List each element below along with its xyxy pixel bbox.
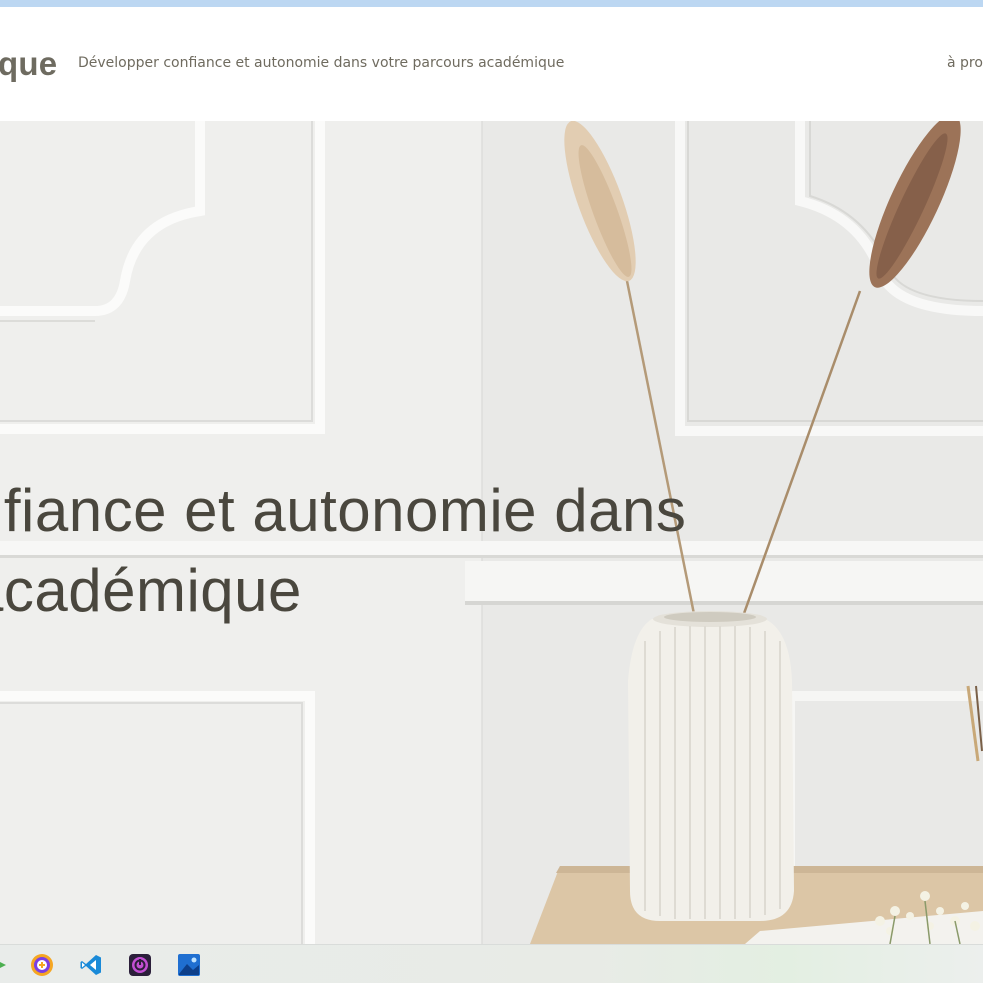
browser-top-strip xyxy=(0,0,983,7)
taskbar xyxy=(0,944,983,983)
power-app-icon[interactable] xyxy=(128,953,152,977)
nav-link-about[interactable]: à pro xyxy=(947,55,983,71)
site-tagline: Développer confiance et autonomie dans v… xyxy=(78,55,565,71)
browser-icon[interactable] xyxy=(30,953,54,977)
site-title[interactable]: que xyxy=(0,45,57,83)
vscode-icon[interactable] xyxy=(79,953,103,977)
site-header: que Développer confiance et autonomie da… xyxy=(0,7,983,121)
hero-heading-line-1: nfiance et autonomie dans xyxy=(0,477,687,544)
photos-icon[interactable] xyxy=(177,953,201,977)
hero-banner: nfiance et autonomie dans académique xyxy=(0,121,983,944)
hero-heading: nfiance et autonomie dans académique xyxy=(0,471,870,631)
arrow-icon[interactable] xyxy=(0,953,14,977)
hero-heading-line-2: académique xyxy=(0,557,302,624)
